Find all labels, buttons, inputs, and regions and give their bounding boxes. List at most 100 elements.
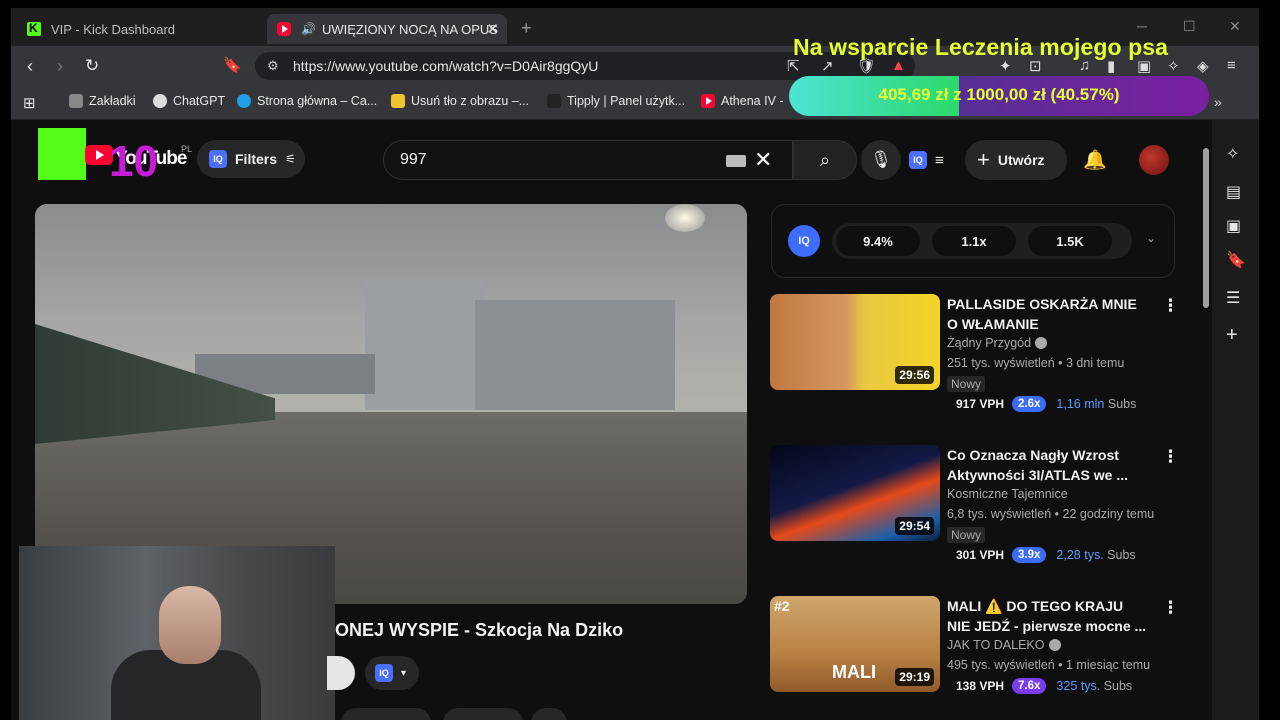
- add-panel-icon[interactable]: +: [1226, 324, 1238, 347]
- recommended-video[interactable]: 29:54 Co Oznacza Nagły Wzrost Aktywności…: [770, 445, 1180, 585]
- bookmark-label: Athena IV -: [721, 94, 784, 108]
- notifications-bell-icon[interactable]: 🔔: [1083, 148, 1107, 172]
- bookmarks-panel-icon[interactable]: 🔖: [1226, 250, 1246, 270]
- new-tab-icon[interactable]: +: [521, 18, 532, 39]
- maximize-icon[interactable]: ☐: [1183, 18, 1196, 35]
- multiplier-badge: 7.6x: [1012, 678, 1047, 694]
- back-icon[interactable]: ‹: [27, 56, 33, 77]
- video-meta: 251 tys. wyświetleń • 3 dni temu: [947, 356, 1125, 370]
- plus-icon: +: [977, 147, 990, 172]
- speaker-icon[interactable]: 🔊: [301, 22, 316, 36]
- vidiq-icon: IQ: [209, 150, 227, 168]
- close-tab-icon[interactable]: ✕: [486, 20, 499, 38]
- video-thumbnail[interactable]: 29:54: [770, 445, 940, 541]
- video-duration: 29:19: [895, 668, 934, 686]
- tab-label: UWIĘZIONY NOCĄ NA OPUS: [321, 21, 498, 37]
- reading-list-icon[interactable]: ▤: [1226, 182, 1241, 202]
- reload-icon[interactable]: ↻: [85, 56, 99, 76]
- like-button[interactable]: [341, 708, 431, 720]
- browser-side-panel: ✧ ▤ ▣ 🔖 ☰ +: [1212, 120, 1259, 720]
- video-frame-detail: [365, 280, 485, 410]
- bookmark-canva[interactable]: Strona główna – Ca...: [237, 94, 377, 108]
- tab-youtube-video[interactable]: 🔊 UWIĘZIONY NOCĄ NA OPUS ✕: [267, 14, 507, 44]
- video-title[interactable]: MALI ⚠️ DO TEGO KRAJU NIE JEDŹ - pierwsz…: [947, 596, 1147, 636]
- vidiq-icon[interactable]: IQ: [788, 225, 820, 257]
- video-meta: 6,8 tys. wyświetleń • 22 godziny temu: [947, 507, 1155, 521]
- chevron-down-icon[interactable]: ⌄: [1146, 231, 1156, 245]
- subs-label: Subs: [1107, 548, 1136, 562]
- kick-overlay-number: 10: [109, 137, 158, 186]
- bookmark-tipply[interactable]: Tipply | Panel użytk...: [547, 94, 685, 108]
- bookmark-chatgpt[interactable]: ChatGPT: [153, 94, 225, 108]
- vidiq-menu-button[interactable]: IQ ≡: [909, 142, 955, 178]
- video-title[interactable]: PALLASIDE OSKARŻA MNIE O WŁAMANIE: [947, 294, 1147, 334]
- video-title: ONEJ WYSPIE - Szkocja Na Dziko: [335, 620, 624, 640]
- video-player[interactable]: [35, 204, 747, 604]
- bookmark-page-icon[interactable]: 🔖: [223, 56, 242, 74]
- clear-search-icon[interactable]: ✕: [754, 147, 772, 173]
- forward-icon[interactable]: ›: [57, 56, 63, 77]
- canva-icon: [237, 94, 251, 108]
- removebg-icon: [391, 94, 405, 108]
- voice-search-button[interactable]: 🎙: [861, 140, 901, 180]
- kick-logo-overlay: [38, 128, 86, 180]
- channel-name-text: Kosmiczne Tajemnice: [947, 487, 1068, 501]
- more-options-icon[interactable]: ⋮: [1162, 447, 1179, 467]
- vidiq-channel-button[interactable]: IQ ▾: [365, 656, 419, 690]
- url-text[interactable]: https://www.youtube.com/watch?v=D0Air8gg…: [293, 58, 598, 74]
- donation-goal-title: Na wsparcie Leczenia mojego psa: [793, 34, 1169, 60]
- recommended-video[interactable]: #2 MALI 29:19 MALI ⚠️ DO TEGO KRAJU NIE …: [770, 596, 1180, 720]
- bookmark-label: ChatGPT: [173, 94, 226, 108]
- bookmark-removebg[interactable]: Usuń tło z obrazu –...: [391, 94, 529, 108]
- scrollbar-thumb[interactable]: [1203, 148, 1209, 308]
- create-button[interactable]: + Utwórz: [965, 140, 1067, 180]
- channel-name[interactable]: JAK TO DALEKO: [947, 638, 1061, 652]
- leo-icon[interactable]: ✧: [1167, 57, 1180, 75]
- subscriber-count: 1,16 mln Subs: [1056, 397, 1136, 411]
- vpn-icon[interactable]: ◈: [1197, 57, 1209, 75]
- stat-engagement[interactable]: 9.4%: [836, 226, 920, 256]
- video-frame-detail: [475, 300, 675, 410]
- more-actions-button[interactable]: [531, 708, 567, 720]
- video-duration: 29:56: [895, 366, 934, 384]
- channel-name[interactable]: Żądny Przygód: [947, 336, 1048, 350]
- minimize-icon[interactable]: ─: [1137, 18, 1147, 34]
- keyboard-icon[interactable]: [726, 155, 746, 167]
- channel-button[interactable]: [327, 656, 355, 690]
- share-button[interactable]: [443, 708, 523, 720]
- more-options-icon[interactable]: ⋮: [1162, 296, 1179, 316]
- sliders-icon: ⚟: [285, 152, 296, 166]
- search-input[interactable]: 997 ✕: [383, 140, 793, 180]
- more-bookmarks-icon[interactable]: »: [1214, 94, 1222, 110]
- video-thumbnail[interactable]: 29:56: [770, 294, 940, 390]
- site-settings-icon[interactable]: ⚙: [267, 58, 279, 74]
- search-value[interactable]: 997: [400, 151, 427, 169]
- tipply-icon: [547, 94, 561, 108]
- recommended-video[interactable]: 29:56 PALLASIDE OSKARŻA MNIE O WŁAMANIE …: [770, 294, 1180, 434]
- leo-ai-icon[interactable]: ✧: [1226, 144, 1239, 164]
- vidiq-badge-text: IQ: [798, 235, 810, 247]
- vidiq-stats-card: IQ 9.4% 1.1x 1.5K ⌄: [771, 204, 1175, 278]
- avatar[interactable]: [1139, 145, 1169, 175]
- search-button[interactable]: ⌕: [793, 140, 857, 180]
- bookmark-athena[interactable]: Athena IV -: [701, 94, 784, 108]
- page-scrollbar[interactable]: [1201, 136, 1209, 716]
- bookmark-zakladki[interactable]: Zakładki: [69, 94, 136, 108]
- wallet-icon[interactable]: ▣: [1226, 216, 1241, 236]
- more-options-icon[interactable]: ⋮: [1162, 598, 1179, 618]
- filters-button[interactable]: IQ Filters ⚟: [197, 140, 305, 178]
- stat-multiplier[interactable]: 1.1x: [932, 226, 1016, 256]
- close-window-icon[interactable]: ✕: [1229, 18, 1241, 35]
- channel-name[interactable]: Kosmiczne Tajemnice: [947, 487, 1068, 501]
- history-icon[interactable]: ☰: [1226, 288, 1240, 308]
- region-label: PL: [181, 144, 193, 154]
- stat-vph[interactable]: 1.5K: [1028, 226, 1112, 256]
- menu-icon[interactable]: ≡: [1227, 57, 1236, 74]
- subs-label: Subs: [1103, 679, 1133, 693]
- search-icon: ⌕: [819, 149, 831, 170]
- video-title[interactable]: Co Oznacza Nagły Wzrost Aktywności 3I/AT…: [947, 445, 1147, 485]
- apps-grid-icon[interactable]: ⊞: [23, 94, 36, 112]
- tab-kick-dashboard[interactable]: VIP - Kick Dashboard: [17, 14, 265, 44]
- video-thumbnail[interactable]: #2 MALI 29:19: [770, 596, 940, 692]
- subs-value: 325 tys.: [1056, 679, 1101, 693]
